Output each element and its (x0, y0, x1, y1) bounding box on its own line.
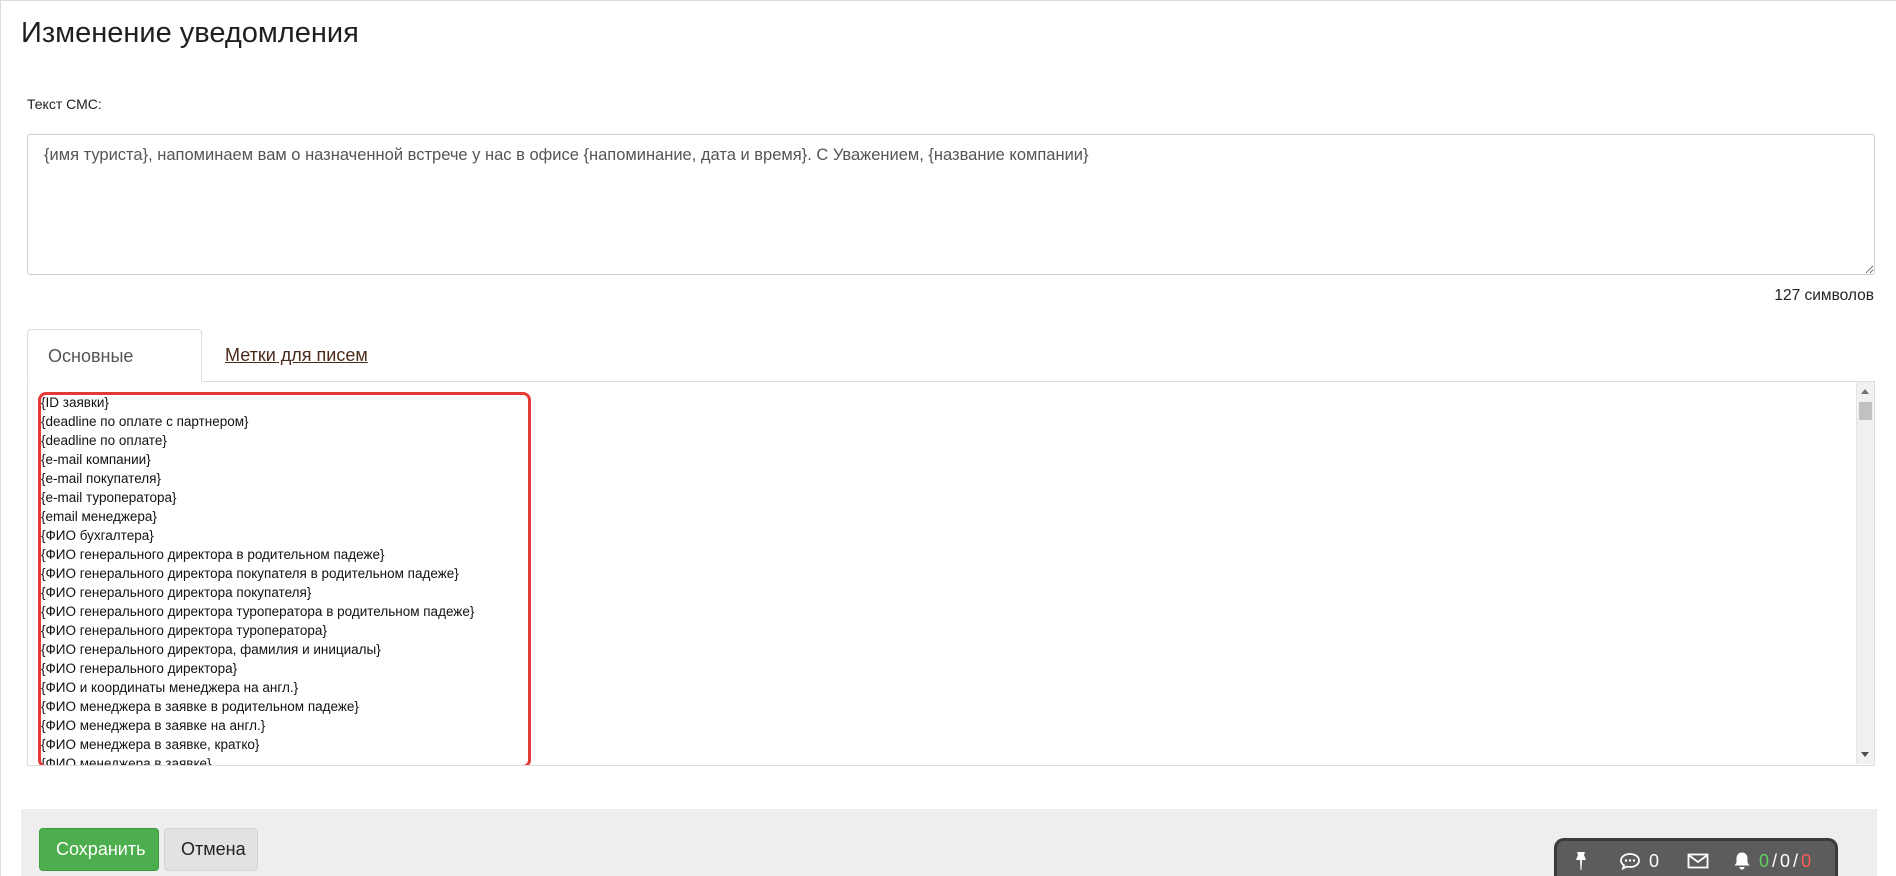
scroll-thumb[interactable] (1859, 402, 1872, 420)
tag-item[interactable]: {deadline по оплате с партнером} (41, 412, 474, 431)
scroll-up-icon[interactable] (1861, 389, 1869, 394)
tag-item[interactable]: {ФИО менеджера в заявке на англ.} (41, 716, 474, 735)
tag-item[interactable]: {ФИО генерального директора покупателя} (41, 583, 474, 602)
tag-item[interactable]: {ФИО менеджера в заявке, кратко} (41, 735, 474, 754)
tag-item[interactable]: {ID заявки} (41, 393, 474, 412)
tag-list-panel[interactable]: {ID заявки} {deadline по оплате с партне… (27, 382, 1875, 766)
sms-text-label: Текст СМС: (27, 96, 102, 112)
tag-item[interactable]: {ФИО генерального директора в родительно… (41, 545, 474, 564)
page-title: Изменение уведомления (21, 17, 359, 49)
tag-item[interactable]: {e-mail покупателя} (41, 469, 474, 488)
tag-item[interactable]: {ФИО и координаты менеджера на англ.} (41, 678, 474, 697)
page: Изменение уведомления Текст СМС: {имя ту… (0, 0, 1896, 876)
messages-indicator[interactable]: 0 (1619, 849, 1659, 873)
messages-count: 0 (1649, 851, 1660, 871)
tag-list: {ID заявки} {deadline по оплате с партне… (41, 393, 474, 765)
notif-count-green: 0 (1759, 851, 1770, 871)
notifications-indicator[interactable]: 0 / 0 / 0 (1733, 849, 1811, 873)
scroll-down-icon[interactable] (1861, 752, 1869, 757)
save-button[interactable]: Сохранить (39, 828, 159, 871)
tag-item[interactable]: {ФИО менеджера в заявке в родительном па… (41, 697, 474, 716)
notif-separator: / (1772, 851, 1778, 871)
bell-icon (1733, 851, 1751, 871)
sms-text-input[interactable]: {имя туриста}, напоминаем вам о назначен… (27, 134, 1875, 275)
tag-item[interactable]: {e-mail туроператора} (41, 488, 474, 507)
notif-separator: / (1793, 851, 1799, 871)
mail-icon[interactable] (1687, 849, 1709, 873)
tag-item[interactable]: {ФИО бухгалтера} (41, 526, 474, 545)
tag-item[interactable]: {ФИО менеджера в заявке} (41, 754, 474, 765)
tag-item[interactable]: {ФИО генерального директора покупателя в… (41, 564, 474, 583)
tag-item[interactable]: {deadline по оплате} (41, 431, 474, 450)
tag-item[interactable]: {e-mail компании} (41, 450, 474, 469)
status-widget: 0 0 / 0 / 0 (1554, 838, 1838, 876)
tag-tabs: Основные метки Метки для писем (27, 329, 1875, 418)
char-count: 127 символов (1774, 287, 1874, 304)
tag-item[interactable]: {ФИО генерального директора туроператора… (41, 602, 474, 621)
chat-icon (1619, 852, 1641, 870)
tag-item[interactable]: {ФИО генерального директора, фамилия и и… (41, 640, 474, 659)
tag-list-scrollbar[interactable] (1856, 382, 1874, 764)
tag-item[interactable]: {email менеджера} (41, 507, 474, 526)
notif-count-white: 0 (1780, 851, 1791, 871)
cancel-button[interactable]: Отмена (164, 828, 258, 871)
tab-email-tags[interactable]: Метки для писем (205, 329, 388, 382)
notif-count-red: 0 (1801, 851, 1812, 871)
tag-item[interactable]: {ФИО генерального директора туроператора… (41, 621, 474, 640)
tab-main-tags[interactable]: Основные метки (27, 329, 202, 418)
pin-icon[interactable] (1574, 849, 1588, 873)
tag-item[interactable]: {ФИО генерального директора} (41, 659, 474, 678)
